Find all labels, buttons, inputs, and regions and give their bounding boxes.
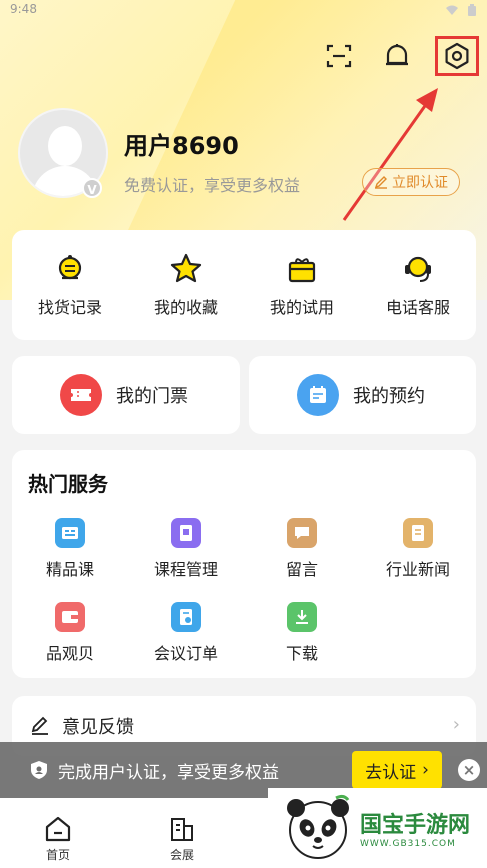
profile-section: V 用户8690 免费认证，享受更多权益 立即认证 (18, 108, 478, 200)
hot-services-card: 热门服务 精品课 课程管理 留言 行业新闻 品观贝 会议订单 下载 (12, 450, 476, 678)
verify-now-label: 立即认证 (392, 175, 448, 191)
service-label: 品观贝 (45, 644, 94, 663)
my-bookings-label: 我的预约 (353, 386, 425, 407)
service-pinguanbei[interactable]: 品观贝 (12, 602, 128, 664)
my-tickets-card[interactable]: 我的门票 (12, 356, 240, 434)
banner-close-button[interactable]: × (458, 759, 480, 781)
feedback-label: 意见反馈 (62, 717, 134, 738)
profile-subtitle: 免费认证，享受更多权益 (124, 176, 301, 195)
service-label: 留言 (285, 560, 318, 579)
headset-icon (405, 256, 431, 282)
quick-item-favorites[interactable]: 我的收藏 (128, 230, 244, 340)
settings-gear-icon (445, 42, 469, 70)
go-verify-button[interactable]: 去认证 › (352, 751, 442, 789)
service-course-management[interactable]: 课程管理 (128, 518, 244, 580)
tab-exhibition[interactable]: 会展 (152, 816, 212, 863)
service-premium-course[interactable]: 精品课 (12, 518, 128, 580)
services-grid: 精品课 课程管理 留言 行业新闻 品观贝 会议订单 下载 (12, 518, 476, 664)
avatar-head (48, 126, 82, 166)
star-icon (170, 253, 202, 283)
watermark-text: 国宝手游网 WWW.GB315.COM (360, 807, 470, 849)
meeting-order-icon (171, 602, 201, 632)
chevron-right-icon: › (422, 760, 429, 780)
service-label: 会议订单 (153, 644, 218, 663)
quick-item-label: 电话客服 (385, 298, 450, 317)
chevron-right-icon: › (452, 714, 460, 735)
calendar-icon (297, 374, 339, 416)
quick-item-label: 我的试用 (269, 298, 334, 317)
service-label: 课程管理 (153, 560, 218, 579)
tab-exhibition-label: 会展 (169, 848, 194, 862)
verify-now-button[interactable]: 立即认证 (362, 168, 460, 196)
go-verify-label: 去认证 (365, 762, 417, 783)
pencil-icon (374, 176, 387, 189)
scan-button[interactable] (323, 40, 355, 72)
edit-icon (31, 716, 48, 735)
battery-icon (468, 4, 476, 16)
scan-icon (326, 44, 352, 68)
hot-services-title: 热门服务 (28, 472, 108, 496)
settings-button[interactable] (435, 36, 479, 76)
course-icon (55, 518, 85, 548)
gift-box-icon (288, 258, 316, 283)
tab-home-label: 首页 (45, 848, 70, 862)
header-actions (323, 36, 479, 76)
quick-item-label: 我的收藏 (153, 298, 218, 317)
verified-badge: V (82, 178, 102, 198)
my-tickets-label: 我的门票 (116, 386, 188, 407)
bell-icon (386, 44, 408, 66)
quick-item-label: 找货记录 (37, 298, 102, 317)
news-icon (403, 518, 433, 548)
status-time: 9:48 (10, 2, 37, 16)
status-bar: 9:48 (0, 0, 487, 20)
wifi-icon (446, 5, 458, 15)
service-label: 行业新闻 (385, 560, 450, 579)
service-industry-news[interactable]: 行业新闻 (360, 518, 476, 580)
notifications-button[interactable] (381, 40, 413, 72)
service-label: 精品课 (45, 560, 94, 579)
quick-item-trials[interactable]: 我的试用 (244, 230, 360, 340)
status-icons (445, 2, 477, 18)
quick-item-search-records[interactable]: 找货记录 (12, 230, 128, 340)
username: 用户8690 (124, 132, 239, 160)
home-icon (45, 816, 71, 842)
shield-icon (31, 761, 47, 779)
quick-actions-card: 找货记录 我的收藏 我的试用 电话客服 (12, 230, 476, 340)
service-download[interactable]: 下载 (244, 602, 360, 664)
message-icon (287, 518, 317, 548)
tab-home[interactable]: 首页 (28, 816, 88, 863)
service-messages[interactable]: 留言 (244, 518, 360, 580)
watermark-url: WWW.GB315.COM (360, 839, 456, 849)
ticket-icon (60, 374, 102, 416)
download-icon (287, 602, 317, 632)
search-list-icon (58, 255, 82, 280)
my-bookings-card[interactable]: 我的预约 (249, 356, 476, 434)
service-meeting-orders[interactable]: 会议订单 (128, 602, 244, 664)
panda-logo-icon (287, 794, 350, 859)
site-watermark: 国宝手游网 WWW.GB315.COM (268, 788, 487, 868)
watermark-title: 国宝手游网 (360, 813, 471, 838)
building-icon (171, 818, 193, 841)
banner-text: 完成用户认证，享受更多权益 (58, 762, 279, 783)
quick-item-phone-support[interactable]: 电话客服 (360, 230, 476, 340)
service-label: 下载 (285, 644, 318, 663)
wallet-icon (55, 602, 85, 632)
course-manage-icon (171, 518, 201, 548)
